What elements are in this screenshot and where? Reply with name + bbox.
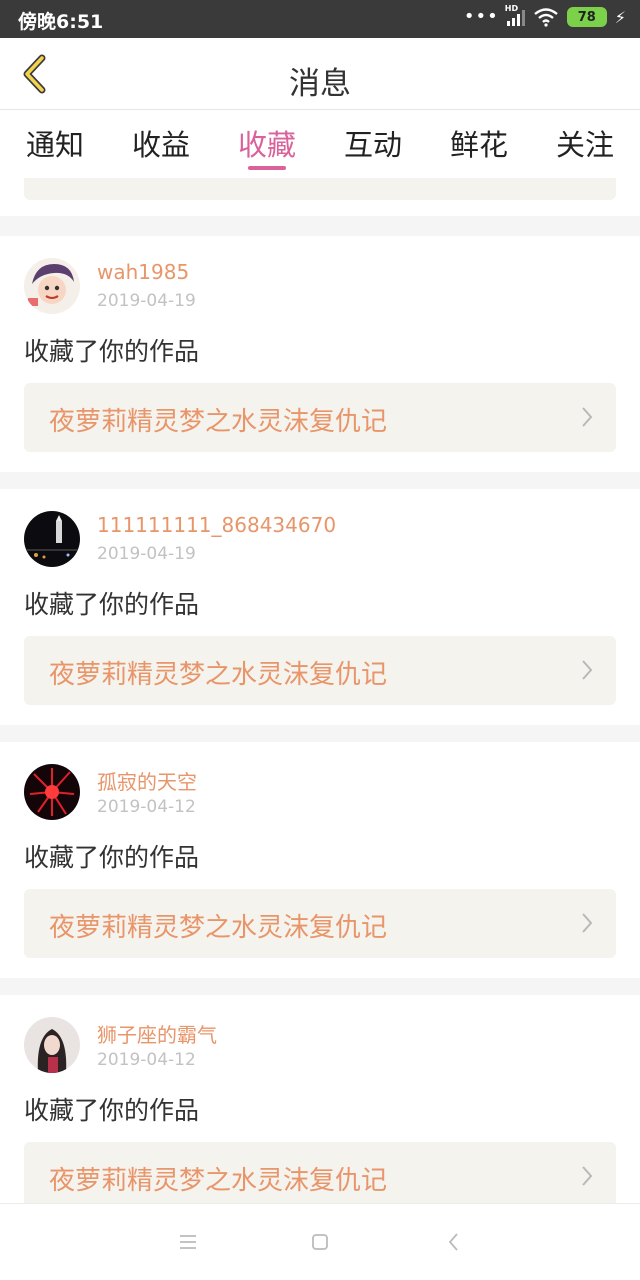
back-icon[interactable]: [442, 1230, 466, 1254]
work-link-partial[interactable]: [24, 178, 616, 200]
chevron-right-icon: [582, 1166, 593, 1186]
username[interactable]: 孤寂的天空: [97, 766, 197, 795]
menu-icon[interactable]: [176, 1230, 200, 1254]
more-dots-icon: •••: [463, 6, 499, 27]
chevron-right-icon: [582, 407, 593, 427]
list-item: wah1985 2019-04-19 收藏了你的作品 夜萝莉精灵梦之水灵沫复仇记: [0, 236, 640, 472]
chevron-right-icon: [582, 660, 593, 680]
work-title: 夜萝莉精灵梦之水灵沫复仇记: [49, 1166, 388, 1196]
username[interactable]: wah1985: [97, 260, 189, 284]
date: 2019-04-12: [97, 797, 196, 817]
action-text: 收藏了你的作品: [24, 1096, 200, 1125]
list-item-partial: [0, 178, 640, 216]
home-icon[interactable]: [308, 1230, 332, 1254]
message-list: wah1985 2019-04-19 收藏了你的作品 夜萝莉精灵梦之水灵沫复仇记…: [0, 178, 640, 1203]
tab-interactions[interactable]: 互动: [342, 110, 404, 178]
hd-label: HD: [504, 4, 519, 13]
avatar[interactable]: [24, 1017, 80, 1073]
work-title: 夜萝莉精灵梦之水灵沫复仇记: [49, 913, 388, 943]
work-link[interactable]: 夜萝莉精灵梦之水灵沫复仇记: [24, 889, 616, 958]
header: 消息: [0, 38, 640, 110]
work-link[interactable]: 夜萝莉精灵梦之水灵沫复仇记: [24, 636, 616, 705]
work-title: 夜萝莉精灵梦之水灵沫复仇记: [49, 660, 388, 690]
status-bar: 傍晚6:51 ••• HD 78 ⚡: [0, 0, 640, 38]
work-link[interactable]: 夜萝莉精灵梦之水灵沫复仇记: [24, 1142, 616, 1203]
date: 2019-04-19: [97, 544, 196, 564]
tab-follows[interactable]: 关注: [554, 110, 616, 178]
wifi-icon: [534, 8, 558, 27]
tab-favorites[interactable]: 收藏: [236, 110, 298, 178]
action-text: 收藏了你的作品: [24, 843, 200, 872]
tab-bar: 通知 收益 收藏 互动 鲜花 关注: [0, 110, 640, 178]
work-title: 夜萝莉精灵梦之水灵沫复仇记: [49, 407, 388, 437]
avatar[interactable]: [24, 764, 80, 820]
signal-icon: HD: [505, 4, 525, 26]
avatar[interactable]: [24, 511, 80, 567]
action-text: 收藏了你的作品: [24, 590, 200, 619]
battery-icon: 78: [566, 7, 607, 27]
list-item: 111111111_868434670 2019-04-19 收藏了你的作品 夜…: [0, 489, 640, 725]
status-icons: ••• HD 78 ⚡: [463, 4, 626, 27]
list-item: 孤寂的天空 2019-04-12 收藏了你的作品 夜萝莉精灵梦之水灵沫复仇记: [0, 742, 640, 978]
page-title: 消息: [289, 66, 351, 102]
username[interactable]: 111111111_868434670: [97, 513, 336, 537]
tab-flowers[interactable]: 鲜花: [448, 110, 510, 178]
date: 2019-04-12: [97, 1050, 196, 1070]
list-item: 狮子座的霸气 2019-04-12 收藏了你的作品 夜萝莉精灵梦之水灵沫复仇记: [0, 995, 640, 1203]
battery-level: 78: [577, 9, 596, 25]
tab-notifications[interactable]: 通知: [24, 110, 86, 178]
charging-icon: ⚡: [614, 7, 626, 27]
date: 2019-04-19: [97, 291, 196, 311]
action-text: 收藏了你的作品: [24, 337, 200, 366]
username[interactable]: 狮子座的霸气: [97, 1019, 217, 1048]
work-link[interactable]: 夜萝莉精灵梦之水灵沫复仇记: [24, 383, 616, 452]
avatar[interactable]: [24, 258, 80, 314]
system-nav-bar: [0, 1203, 640, 1280]
chevron-right-icon: [582, 913, 593, 933]
status-time: 傍晚6:51: [18, 11, 104, 33]
tab-earnings[interactable]: 收益: [130, 110, 192, 178]
